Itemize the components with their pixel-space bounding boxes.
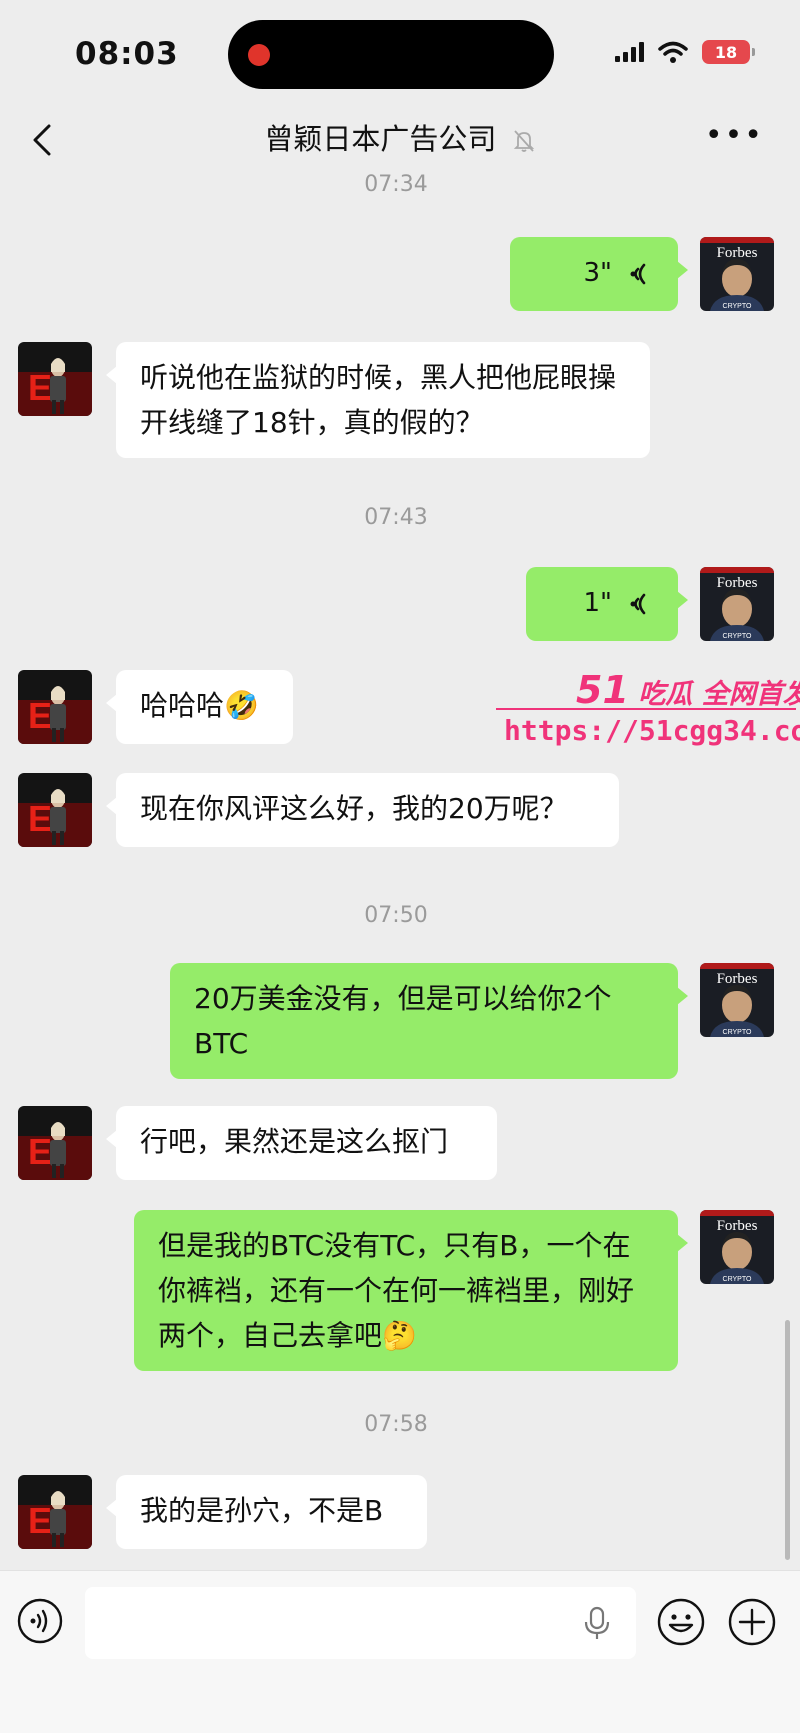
my-avatar[interactable]: Forbes CRYPTO bbox=[700, 567, 774, 641]
voice-wave-icon bbox=[630, 593, 646, 614]
recording-indicator-icon bbox=[248, 44, 270, 66]
status-bar: 08:03 18 bbox=[0, 0, 800, 110]
emoji-icon[interactable] bbox=[656, 1597, 706, 1647]
chat-messages: 07:34 3" Forbes CRYPTO E 听说他在监狱的时候，黑人把他屁… bbox=[0, 170, 800, 1570]
watermark-url: https://51cgg34.com bbox=[504, 714, 800, 747]
scrollbar[interactable] bbox=[785, 1320, 790, 1560]
message-input[interactable] bbox=[85, 1587, 636, 1659]
svg-text:Forbes: Forbes bbox=[717, 1218, 758, 1234]
status-icons: 18 bbox=[615, 40, 755, 64]
wifi-icon bbox=[658, 41, 688, 63]
contact-avatar[interactable]: E bbox=[18, 773, 92, 847]
voice-wave-icon bbox=[630, 263, 646, 284]
timestamp: 07:58 bbox=[364, 1412, 428, 1437]
contact-avatar[interactable]: E bbox=[18, 342, 92, 416]
watermark: 51 吃瓜 全网首发 https://51cgg34.com bbox=[496, 668, 800, 758]
svg-text:Forbes: Forbes bbox=[717, 245, 758, 261]
my-avatar[interactable]: Forbes CRYPTO bbox=[700, 1210, 774, 1284]
svg-text:E: E bbox=[28, 695, 52, 736]
contact-avatar[interactable]: E bbox=[18, 1475, 92, 1549]
svg-text:CRYPTO: CRYPTO bbox=[723, 303, 752, 310]
svg-text:CRYPTO: CRYPTO bbox=[723, 1029, 752, 1036]
plus-icon[interactable] bbox=[727, 1597, 777, 1647]
timestamp: 07:34 bbox=[364, 172, 428, 197]
chat-header: 曾颖日本广告公司 ••• bbox=[0, 110, 800, 178]
chat-title-text: 曾颖日本广告公司 bbox=[264, 122, 497, 156]
watermark-divider bbox=[496, 708, 796, 710]
voice-message-out[interactable]: 1" bbox=[526, 567, 688, 641]
mute-bell-icon bbox=[513, 130, 534, 152]
message-in: 现在你风评这么好，我的20万呢？ bbox=[106, 773, 619, 847]
more-icon[interactable]: ••• bbox=[705, 121, 764, 151]
message-in: 哈哈哈🤣 bbox=[106, 670, 293, 744]
message-in: 我的是孙穴，不是B bbox=[106, 1475, 427, 1549]
watermark-brand-text: 吃瓜 全网首发 bbox=[638, 679, 800, 710]
voice-input-icon[interactable] bbox=[16, 1597, 64, 1645]
dynamic-island bbox=[228, 20, 554, 89]
my-avatar[interactable]: Forbes CRYPTO bbox=[700, 237, 774, 311]
svg-text:E: E bbox=[28, 367, 52, 408]
chat-title: 曾颖日本广告公司 bbox=[0, 116, 800, 158]
input-bar bbox=[0, 1570, 800, 1733]
svg-text:Forbes: Forbes bbox=[717, 971, 758, 987]
status-time: 08:03 bbox=[75, 36, 179, 72]
voice-message-out[interactable]: 3" bbox=[510, 237, 688, 311]
my-avatar[interactable]: Forbes CRYPTO bbox=[700, 963, 774, 1037]
timestamp: 07:43 bbox=[364, 505, 428, 530]
contact-avatar[interactable]: E bbox=[18, 670, 92, 744]
svg-text:E: E bbox=[28, 1500, 52, 1541]
timestamp: 07:50 bbox=[364, 903, 428, 928]
contact-avatar[interactable]: E bbox=[18, 1106, 92, 1180]
svg-text:Forbes: Forbes bbox=[717, 575, 758, 591]
svg-text:E: E bbox=[28, 1131, 52, 1172]
mic-icon[interactable] bbox=[580, 1605, 614, 1641]
svg-text:CRYPTO: CRYPTO bbox=[723, 633, 752, 640]
watermark-brand: 51 吃瓜 全网首发 bbox=[576, 668, 800, 712]
battery-icon: 18 bbox=[702, 40, 755, 64]
svg-text:E: E bbox=[28, 798, 52, 839]
message-in: 听说他在监狱的时候，黑人把他屁眼操开线缝了18针，真的假的？ bbox=[106, 342, 650, 458]
message-out: 20万美金没有，但是可以给你2个BTC bbox=[170, 963, 688, 1079]
cellular-signal-icon bbox=[615, 42, 644, 62]
voice-duration: 3" bbox=[583, 258, 612, 288]
voice-duration: 1" bbox=[583, 588, 612, 618]
watermark-brand-number: 51 bbox=[576, 668, 629, 712]
message-in: 行吧，果然还是这么抠门 bbox=[106, 1106, 497, 1180]
message-out: 但是我的BTC没有TC，只有B，一个在你裤裆，还有一个在何一裤裆里，刚好两个，自… bbox=[134, 1210, 688, 1371]
svg-text:CRYPTO: CRYPTO bbox=[723, 1276, 752, 1283]
